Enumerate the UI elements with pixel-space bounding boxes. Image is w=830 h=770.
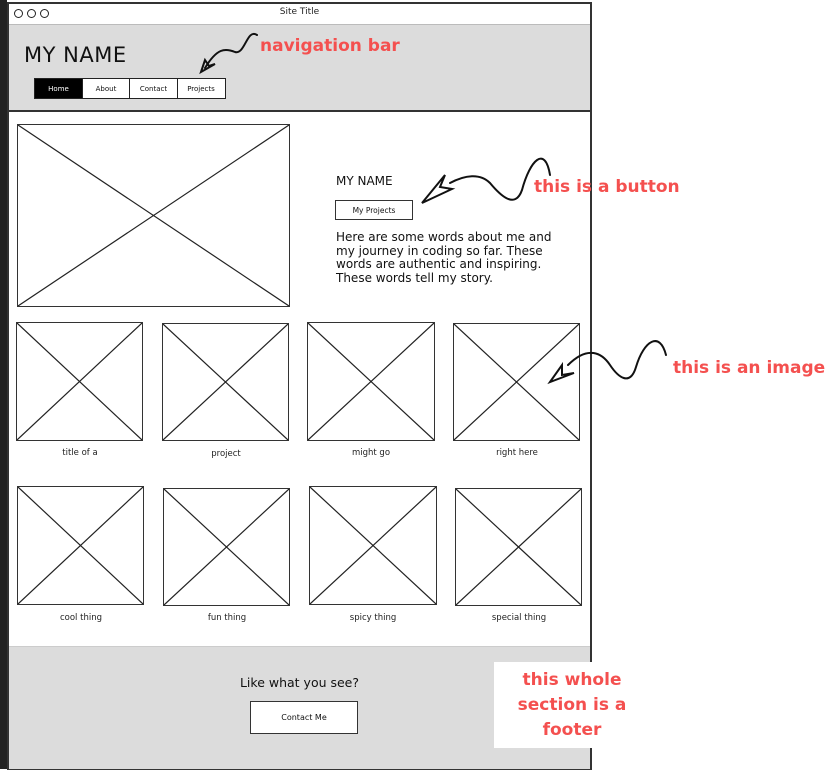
hero-image-placeholder (17, 124, 290, 307)
project-caption: right here (496, 448, 538, 458)
image-placeholder-icon (310, 487, 436, 604)
image-placeholder-icon (18, 487, 143, 604)
contact-me-button[interactable]: Contact Me (250, 701, 358, 734)
annotation-navigation-bar: navigation bar (260, 36, 400, 56)
image-placeholder-icon (456, 489, 581, 605)
project-caption: fun thing (207, 613, 247, 623)
project-caption: might go (351, 448, 391, 458)
project-caption: project (211, 449, 241, 459)
project-caption: spicy thing (349, 613, 397, 623)
hero-name: MY NAME (336, 174, 393, 188)
brand-name: MY NAME (24, 43, 127, 67)
project-image[interactable] (17, 486, 144, 605)
nav-contact[interactable]: Contact (129, 78, 178, 99)
project-caption: special thing (491, 613, 547, 623)
title-bar: Site Title (9, 4, 590, 25)
site-title: Site Title (279, 7, 320, 17)
project-caption: cool thing (59, 613, 102, 623)
project-image[interactable] (455, 488, 582, 606)
annotation-footer: this whole section is a footer (517, 670, 627, 740)
project-image[interactable] (309, 486, 437, 605)
project-image[interactable] (163, 488, 290, 606)
image-placeholder-icon (17, 323, 142, 440)
window-edge (0, 0, 7, 769)
nav-home[interactable]: Home (34, 78, 83, 99)
hero-description: Here are some words about me and my jour… (336, 230, 552, 285)
annotation-button: this is a button (534, 177, 680, 197)
nav-annotation-arrow-icon (199, 32, 258, 75)
browser-window: Site Title MY NAME Home About Contact Pr… (7, 2, 592, 770)
image-placeholder-icon (18, 125, 289, 306)
navigation-bar: Home About Contact Projects (34, 78, 226, 99)
annotation-image: this is an image (673, 358, 826, 378)
my-projects-button[interactable]: My Projects (335, 200, 413, 220)
nav-projects[interactable]: Projects (176, 78, 226, 99)
project-caption: title of a (62, 448, 98, 458)
image-placeholder-icon (163, 324, 288, 440)
project-image[interactable] (16, 322, 143, 441)
image-placeholder-icon (308, 323, 434, 440)
nav-about[interactable]: About (81, 78, 131, 99)
image-annotation-arrow-icon (547, 340, 667, 385)
project-image[interactable] (162, 323, 289, 441)
project-image[interactable] (307, 322, 435, 441)
image-placeholder-icon (164, 489, 289, 605)
